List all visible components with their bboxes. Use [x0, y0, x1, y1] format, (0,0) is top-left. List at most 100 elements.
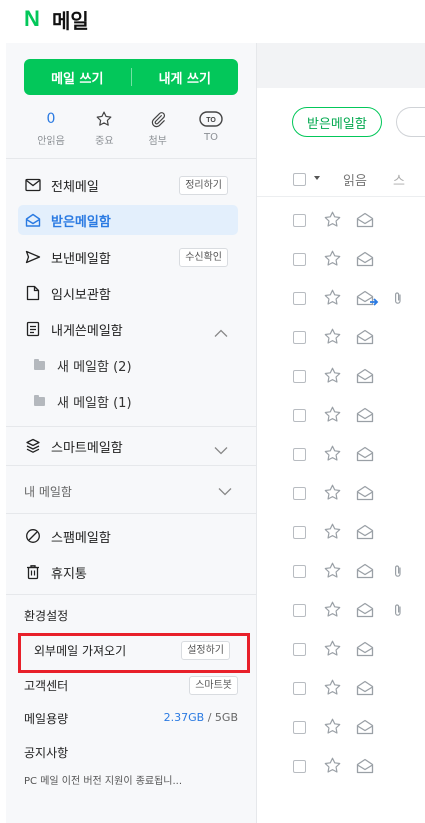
mail-row[interactable] [257, 318, 425, 357]
quick-important[interactable]: 중요 [85, 109, 123, 149]
subfolder-item[interactable]: 새 메일함 (1) [24, 388, 224, 414]
star-icon[interactable] [323, 444, 342, 467]
mail-row[interactable] [257, 240, 425, 279]
sidebar-item-label: 휴지통 [51, 566, 87, 582]
next-filter-button[interactable] [396, 107, 425, 137]
import-external-mail[interactable]: 외부메일 가져오기 설정하기 [34, 637, 230, 663]
mail-row[interactable] [257, 669, 425, 708]
star-icon[interactable] [323, 327, 342, 350]
row-checkbox[interactable] [293, 604, 306, 617]
mail-row[interactable] [257, 708, 425, 747]
row-checkbox[interactable] [293, 526, 306, 539]
star-icon[interactable] [323, 678, 342, 701]
read-envelope-icon[interactable] [356, 407, 374, 427]
storage-usage[interactable]: 2.37GB / 5GB [164, 711, 238, 724]
customer-center-link[interactable]: 고객센터 스마트봇 [24, 672, 238, 698]
select-all-checkbox[interactable] [293, 173, 306, 186]
star-icon[interactable] [323, 405, 342, 428]
star-icon[interactable] [323, 600, 342, 623]
star-icon[interactable] [323, 249, 342, 272]
paperclip-icon [393, 602, 403, 621]
read-envelope-icon[interactable] [356, 680, 374, 700]
sidebar-item-trash[interactable]: 휴지통 [18, 557, 238, 587]
read-envelope-icon[interactable] [356, 368, 374, 388]
notice-link[interactable]: 공지사항 [24, 739, 238, 765]
row-checkbox[interactable] [293, 682, 306, 695]
organize-button[interactable]: 정리하기 [179, 176, 228, 195]
my-mailbox-section[interactable]: 내 메일함 [24, 476, 238, 506]
star-icon[interactable] [323, 522, 342, 545]
sidebar-item-all-mail[interactable]: 전체메일 정리하기 [18, 170, 238, 200]
mail-row[interactable] [257, 513, 425, 552]
row-checkbox[interactable] [293, 253, 306, 266]
read-column-header[interactable]: 읽음 [343, 170, 367, 189]
row-checkbox[interactable] [293, 409, 306, 422]
quick-to[interactable]: TO TO [192, 109, 230, 149]
mail-row[interactable] [257, 591, 425, 630]
more-column-header[interactable]: 스 [393, 170, 405, 189]
read-envelope-icon[interactable] [356, 563, 374, 583]
sidebar-item-sent[interactable]: 보낸메일함 수신확인 [18, 242, 238, 272]
row-checkbox[interactable] [293, 721, 306, 734]
read-envelope-icon[interactable] [356, 524, 374, 544]
subfolder-item[interactable]: 새 메일함 (2) [24, 352, 224, 378]
row-checkbox[interactable] [293, 643, 306, 656]
sidebar-item-self-mail[interactable]: 내게쓴메일함 [18, 314, 238, 344]
write-mail-button[interactable]: 메일 쓰기 [24, 59, 131, 95]
star-icon[interactable] [323, 756, 342, 779]
read-envelope-icon[interactable] [356, 485, 374, 505]
star-icon[interactable] [323, 483, 342, 506]
star-icon[interactable] [323, 639, 342, 662]
read-envelope-icon[interactable] [356, 641, 374, 661]
chevron-down-icon[interactable] [314, 176, 320, 180]
chevron-down-icon[interactable] [218, 485, 232, 499]
mail-row[interactable] [257, 747, 425, 786]
mail-row[interactable] [257, 630, 425, 669]
app-title[interactable]: 메일 [52, 5, 89, 34]
read-envelope-icon[interactable] [356, 602, 374, 622]
row-checkbox[interactable] [293, 448, 306, 461]
mail-row[interactable] [257, 474, 425, 513]
smartbot-button[interactable]: 스마트봇 [189, 676, 238, 695]
read-envelope-icon[interactable] [356, 212, 374, 232]
sidebar-item-inbox[interactable]: 받은메일함 [18, 205, 238, 235]
settings-link[interactable]: 환경설정 [24, 602, 238, 628]
read-envelope-icon[interactable] [356, 719, 374, 739]
star-icon[interactable] [323, 561, 342, 584]
row-checkbox[interactable] [293, 331, 306, 344]
row-checkbox[interactable] [293, 370, 306, 383]
mail-row[interactable] [257, 279, 425, 318]
mail-row[interactable] [257, 357, 425, 396]
write-to-self-button[interactable]: 내게 쓰기 [132, 59, 239, 95]
mail-row[interactable] [257, 396, 425, 435]
chevron-down-icon[interactable] [214, 440, 228, 459]
sidebar-item-drafts[interactable]: 임시보관함 [18, 278, 238, 308]
mail-row[interactable] [257, 435, 425, 474]
star-icon[interactable] [323, 717, 342, 740]
notice-text[interactable]: PC 메일 이전 버전 지원이 종료됩니... [24, 772, 238, 787]
import-setup-button[interactable]: 설정하기 [181, 641, 230, 660]
read-receipt-button[interactable]: 수신확인 [179, 248, 228, 267]
read-forwarded-envelope-icon[interactable] [356, 290, 379, 310]
row-checkbox[interactable] [293, 214, 306, 227]
mail-row[interactable] [257, 552, 425, 591]
row-checkbox[interactable] [293, 760, 306, 773]
star-icon[interactable] [323, 288, 342, 311]
read-envelope-icon[interactable] [356, 251, 374, 271]
row-checkbox[interactable] [293, 292, 306, 305]
read-envelope-icon[interactable] [356, 446, 374, 466]
read-envelope-icon[interactable] [356, 329, 374, 349]
mail-row[interactable] [257, 201, 425, 240]
star-icon[interactable] [323, 366, 342, 389]
quick-unread[interactable]: 0 안읽음 [32, 109, 70, 149]
chevron-up-icon[interactable] [214, 323, 228, 342]
naver-logo[interactable]: N [24, 6, 40, 32]
sidebar-item-smart-mail[interactable]: 스마트메일함 [18, 431, 238, 461]
row-checkbox[interactable] [293, 565, 306, 578]
star-icon[interactable] [323, 210, 342, 233]
inbox-filter-button[interactable]: 받은메일함 [292, 107, 382, 137]
sidebar-item-spam[interactable]: 스팸메일함 [18, 521, 238, 551]
quick-attachment[interactable]: 첨부 [139, 109, 177, 149]
read-envelope-icon[interactable] [356, 758, 374, 778]
row-checkbox[interactable] [293, 487, 306, 500]
